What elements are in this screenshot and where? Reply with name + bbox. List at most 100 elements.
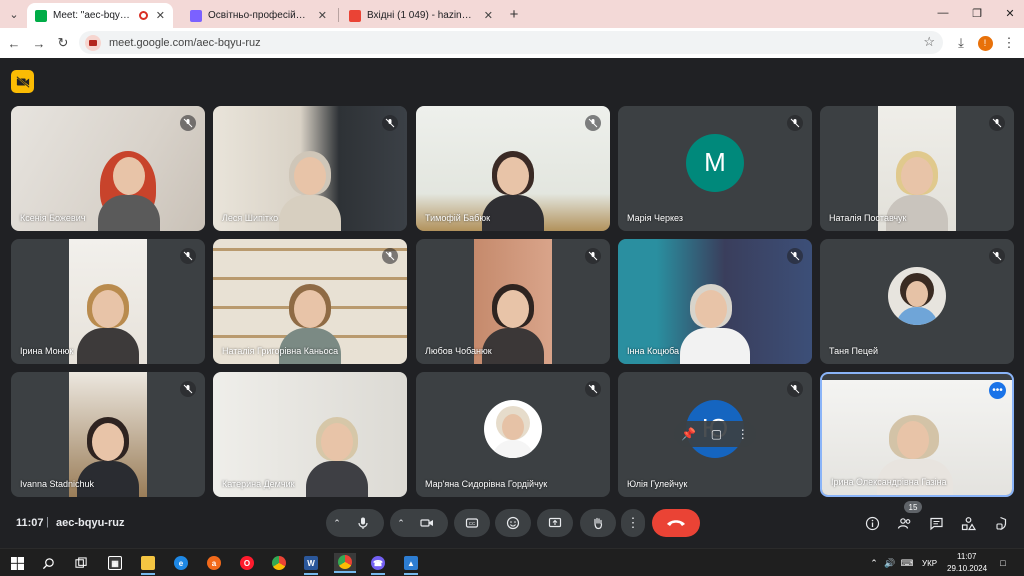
chevron-up-icon[interactable]: ⌃ (390, 518, 412, 529)
participant-name: Наталія Поставчук (829, 213, 907, 223)
more-options-button[interactable]: ⋮ (621, 509, 645, 537)
camera-icon[interactable] (412, 516, 442, 530)
back-icon[interactable]: ← (6, 35, 22, 51)
mic-off-icon (787, 381, 803, 397)
participant-tile[interactable]: Катерина Демчик (213, 372, 407, 497)
chevron-up-icon[interactable]: ⌃ (326, 518, 348, 529)
input-language[interactable]: УКР (922, 559, 937, 568)
participant-name: Ірина Монюк (20, 346, 74, 356)
notifications-icon[interactable]: □ (996, 558, 1010, 568)
keyboard-icon[interactable]: ⌨ (901, 558, 914, 568)
task-view-icon[interactable] (70, 553, 92, 573)
browser-menu-icon[interactable]: ⋮ (1000, 34, 1018, 52)
edge-icon[interactable]: e (170, 553, 192, 573)
avast-icon[interactable]: a (203, 553, 225, 573)
participant-name: Таня Пецей (829, 346, 879, 356)
restore-icon[interactable]: ❐ (967, 4, 987, 22)
captions-button[interactable]: CC (454, 509, 490, 537)
emoji-reaction-button[interactable] (495, 509, 531, 537)
svg-text:CC: CC (469, 521, 476, 526)
participant-tile[interactable]: Таня Пецей (820, 239, 1014, 364)
reload-icon[interactable]: ↻ (55, 35, 71, 51)
participant-tile-self[interactable]: ••• Ірина Олександрівна Газіна (820, 372, 1014, 497)
hang-up-icon (667, 520, 685, 526)
people-icon[interactable] (895, 514, 913, 532)
show-hidden-icons-icon[interactable]: ⌃ (868, 558, 880, 568)
participant-tile[interactable]: Ivanna Stadnichuk (11, 372, 205, 497)
chrome-active-icon[interactable] (334, 553, 356, 573)
host-controls-icon[interactable] (991, 514, 1009, 532)
download-icon[interactable]: ⤓ (952, 34, 970, 52)
fullscreen-icon[interactable]: ▢ (711, 427, 722, 441)
camera-in-use-icon[interactable] (85, 34, 101, 51)
profile-badge: ! (977, 35, 993, 51)
tab-title: Meet: "aec-bqyu-ruz" (53, 10, 133, 21)
mic-off-icon (180, 381, 196, 397)
participant-tile[interactable]: Тимофій Бабюк (416, 106, 610, 231)
mic-off-icon (989, 115, 1005, 131)
microphone-icon[interactable] (348, 516, 378, 530)
mic-off-icon (180, 248, 196, 264)
word-icon[interactable]: W (300, 553, 322, 575)
close-tab-icon[interactable]: ✕ (484, 9, 493, 22)
participant-tile[interactable]: Ксенія Божевич (11, 106, 205, 231)
participant-tile[interactable]: Любов Чобанюк (416, 239, 610, 364)
present-screen-button[interactable] (537, 509, 573, 537)
profile-avatar[interactable]: ! (976, 34, 994, 52)
tab-search-chevron-icon[interactable]: ⌄ (4, 4, 24, 24)
forward-icon[interactable]: → (31, 35, 47, 51)
viber-icon[interactable]: ☎ (367, 553, 389, 575)
participant-photo (484, 399, 542, 458)
participant-tile[interactable]: Ю 📌 ▢ ⋮ Юлія Гулейчук (618, 372, 812, 497)
participant-tile[interactable]: Мар'яна Сидорівна Гордійчук (416, 372, 610, 497)
participant-tile[interactable]: Ірина Монюк (11, 239, 205, 364)
more-options-icon[interactable]: ••• (989, 382, 1006, 399)
speaker-icon[interactable]: 🔊 (884, 558, 896, 568)
close-window-icon[interactable]: ✕ (1000, 4, 1020, 22)
file-explorer-icon[interactable] (137, 553, 159, 575)
clock-time[interactable]: 11:07 (957, 552, 976, 561)
store-icon[interactable]: ▦ (104, 553, 126, 573)
participant-tile[interactable]: Наталія Григорівна Каньоса (213, 239, 407, 364)
pin-icon[interactable]: 📌 (681, 427, 696, 441)
participant-tile[interactable]: Леся Шипітко (213, 106, 407, 231)
participant-name: Ivanna Stadnichuk (20, 479, 95, 489)
browser-toolbar: ← → ↻ meet.google.com/aec-bqyu-ruz ☆ ⤓ !… (0, 28, 1024, 58)
opera-icon[interactable]: O (236, 553, 258, 573)
search-icon[interactable] (37, 553, 59, 573)
tab-program[interactable]: Освітньо-професійна програм ✕ (182, 3, 335, 28)
participant-tile[interactable]: Інна Коцюба (618, 239, 812, 364)
end-call-button[interactable] (652, 509, 700, 537)
tab-meet[interactable]: Meet: "aec-bqyu-ruz" ✕ (27, 3, 173, 28)
chrome-icon[interactable] (268, 553, 290, 573)
minimize-icon[interactable]: — (933, 4, 953, 22)
meeting-info-icon[interactable] (863, 514, 881, 532)
camera-off-icon[interactable] (11, 70, 34, 93)
more-options-icon[interactable]: ⋮ (737, 427, 749, 441)
mic-off-icon (585, 381, 601, 397)
meeting-separator: | (46, 516, 49, 528)
tab-gmail[interactable]: Вхідні (1 049) - hazina@kpnu.e ✕ (341, 3, 501, 28)
clock-date[interactable]: 29.10.2024 (947, 564, 987, 573)
address-bar[interactable]: meet.google.com/aec-bqyu-ruz ☆ (79, 31, 943, 54)
mic-off-icon (787, 248, 803, 264)
participant-tile[interactable]: Наталія Поставчук (820, 106, 1014, 231)
chat-icon[interactable] (927, 514, 945, 532)
tile-hover-controls: 📌 ▢ ⋮ (674, 421, 756, 447)
close-tab-icon[interactable]: ✕ (318, 9, 327, 22)
windows-start-icon[interactable] (6, 553, 28, 573)
photos-icon[interactable]: ▲ (400, 553, 422, 575)
raise-hand-button[interactable] (580, 509, 616, 537)
meeting-code: aec-bqyu-ruz (56, 517, 125, 529)
close-tab-icon[interactable]: ✕ (156, 9, 165, 22)
tab-title: Вхідні (1 049) - hazina@kpnu.e (367, 10, 476, 21)
recording-icon (138, 11, 148, 20)
activities-icon[interactable] (959, 514, 977, 532)
meeting-stage: Ксенія Божевич Леся Шипітко Тимофій Бабю… (0, 58, 1024, 548)
bookmark-star-icon[interactable]: ☆ (923, 34, 935, 50)
participant-name: Леся Шипітко (222, 213, 279, 223)
participant-tile[interactable]: M Марія Черкез (618, 106, 812, 231)
address-url[interactable]: meet.google.com/aec-bqyu-ruz (109, 37, 261, 49)
tab-divider (338, 8, 339, 22)
new-tab-button[interactable]: + (505, 5, 523, 23)
